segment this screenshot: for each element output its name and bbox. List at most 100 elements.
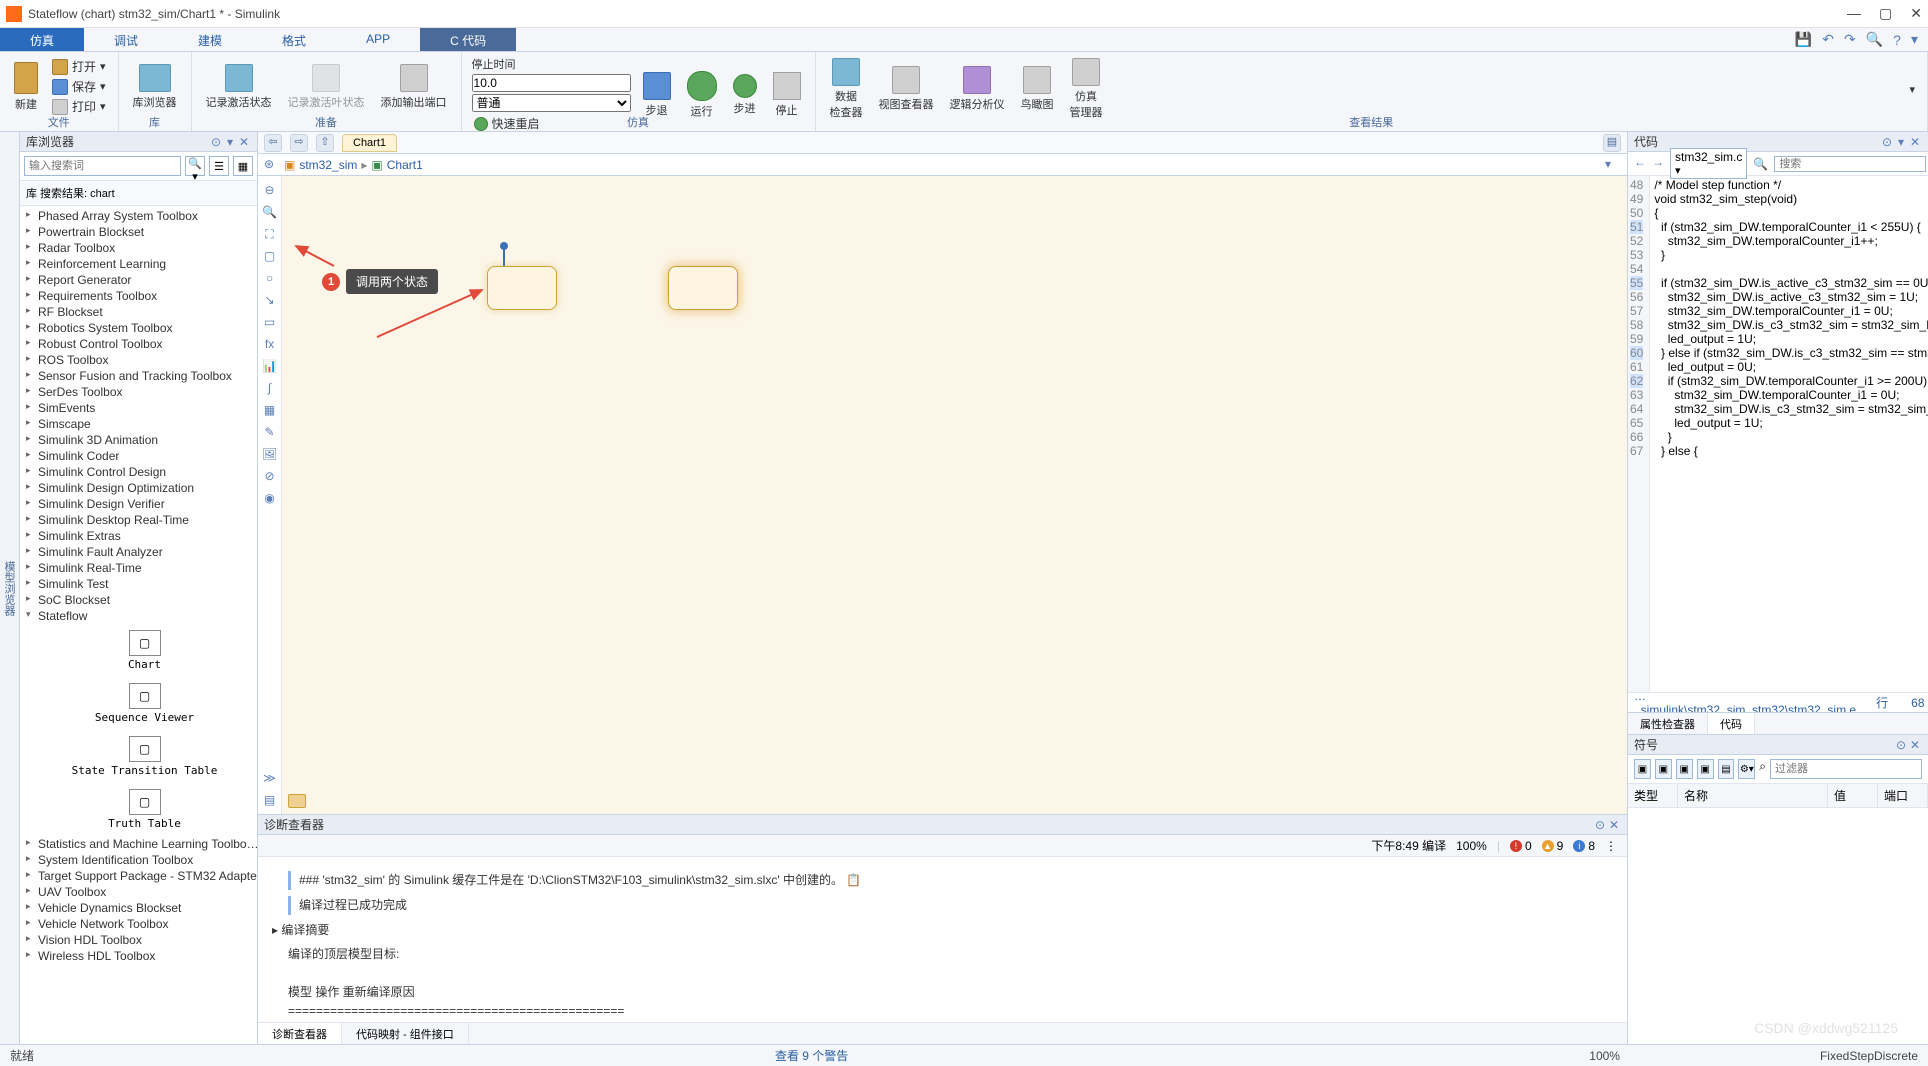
state-2[interactable] bbox=[668, 266, 738, 310]
new-button[interactable]: 新建 bbox=[10, 60, 42, 114]
tool-nodata-icon[interactable]: ⊘ bbox=[260, 466, 280, 486]
tree-item[interactable]: Sensor Fusion and Tracking Toolbox bbox=[20, 368, 257, 384]
sym-btn-6[interactable]: ⚙▾ bbox=[1738, 759, 1755, 779]
diag-more-icon[interactable]: ⋮ bbox=[1605, 839, 1617, 853]
status-warnings[interactable]: 查看 9 个警告 bbox=[775, 1047, 848, 1064]
tool-record-icon[interactable]: ◉ bbox=[260, 488, 280, 508]
library-block[interactable]: ▢Truth Table bbox=[32, 783, 257, 836]
qat-menu-icon[interactable]: ▾ bbox=[1911, 31, 1918, 48]
ribbon-tab-model[interactable]: 建模 bbox=[168, 28, 252, 51]
tree-item[interactable]: System Identification Toolbox bbox=[20, 852, 257, 868]
tree-item[interactable]: Target Support Package - STM32 Adapter bbox=[20, 868, 257, 884]
tool-image-icon[interactable]: 🖼 bbox=[260, 444, 280, 464]
tree-item[interactable]: Phased Array System Toolbox bbox=[20, 208, 257, 224]
sym-btn-4[interactable]: ▣ bbox=[1697, 759, 1714, 779]
code-undock-icon[interactable]: ▾ bbox=[1894, 135, 1908, 149]
sym-btn-1[interactable]: ▣ bbox=[1634, 759, 1651, 779]
canvas-badge-icon[interactable] bbox=[288, 794, 306, 808]
tree-item[interactable]: UAV Toolbox bbox=[20, 884, 257, 900]
tool-fit-icon[interactable]: ⛶ bbox=[260, 224, 280, 244]
panel-undock-icon[interactable]: ▾ bbox=[223, 135, 237, 149]
status-zoom[interactable]: 100% bbox=[1589, 1049, 1620, 1063]
crumb-toggle-icon[interactable]: ⊛ bbox=[264, 157, 280, 173]
sym-btn-3[interactable]: ▣ bbox=[1676, 759, 1693, 779]
tree-item[interactable]: Report Generator bbox=[20, 272, 257, 288]
nav-back-button[interactable]: ⇦ bbox=[264, 134, 282, 152]
tree-item[interactable]: Simulink Test bbox=[20, 576, 257, 592]
sym-btn-2[interactable]: ▣ bbox=[1655, 759, 1672, 779]
sym-filter-input[interactable] bbox=[1770, 759, 1922, 779]
nav-up-button[interactable]: ⇧ bbox=[316, 134, 334, 152]
ribbon-tab-debug[interactable]: 调试 bbox=[84, 28, 168, 51]
stop-button[interactable]: 停止 bbox=[769, 70, 805, 120]
step-back-button[interactable]: 步退 bbox=[639, 70, 675, 120]
tool-legend-icon[interactable]: ▤ bbox=[260, 790, 280, 810]
tool-hide-icon[interactable]: ⊖ bbox=[260, 180, 280, 200]
diag-tab-viewer[interactable]: 诊断查看器 bbox=[258, 1023, 342, 1044]
insp-tab-props[interactable]: 属性检查器 bbox=[1628, 713, 1708, 734]
tool-trans-icon[interactable]: ↘ bbox=[260, 290, 280, 310]
tree-item[interactable]: SoC Blockset bbox=[20, 592, 257, 608]
library-block[interactable]: ▢Chart bbox=[32, 624, 257, 677]
qat-search-icon[interactable]: 🔍 bbox=[1866, 31, 1883, 48]
model-browser-tab[interactable]: 模型浏览器 bbox=[0, 132, 20, 1044]
tree-item[interactable]: Simulink Design Optimization bbox=[20, 480, 257, 496]
tree-item[interactable]: Simscape bbox=[20, 416, 257, 432]
code-file-select[interactable]: stm32_sim.c ▾ bbox=[1670, 148, 1747, 179]
sym-btn-5[interactable]: ▤ bbox=[1718, 759, 1735, 779]
tree-item[interactable]: Reinforcement Learning bbox=[20, 256, 257, 272]
diag-warnings[interactable]: ▲9 bbox=[1542, 839, 1564, 853]
library-block[interactable]: ▢Sequence Viewer bbox=[32, 677, 257, 730]
library-block[interactable]: ▢State Transition Table bbox=[32, 730, 257, 783]
canvas-tab[interactable]: Chart1 bbox=[342, 134, 397, 152]
code-menu-icon[interactable]: ⊙ bbox=[1880, 135, 1894, 149]
tool-graph-icon[interactable]: 📊 bbox=[260, 356, 280, 376]
tool-simfunc-icon[interactable]: ∫ bbox=[260, 378, 280, 398]
step-forward-button[interactable]: 步进 bbox=[729, 72, 761, 118]
tree-item[interactable]: Robust Control Toolbox bbox=[20, 336, 257, 352]
tree-item[interactable]: Simulink Coder bbox=[20, 448, 257, 464]
crumb-root[interactable]: stm32_sim bbox=[299, 158, 357, 172]
diag-info[interactable]: i8 bbox=[1573, 839, 1595, 853]
birdseye-button[interactable]: 鸟瞰图 bbox=[1017, 64, 1058, 114]
tool-table-icon[interactable]: ▦ bbox=[260, 400, 280, 420]
tree-item[interactable]: Simulink Real-Time bbox=[20, 560, 257, 576]
crumb-menu-icon[interactable]: ▾ bbox=[1605, 157, 1621, 173]
tool-func-icon[interactable]: fx bbox=[260, 334, 280, 354]
tree-item[interactable]: Vision HDL Toolbox bbox=[20, 932, 257, 948]
library-search-input[interactable] bbox=[24, 156, 181, 176]
library-search-button[interactable]: 🔍▾ bbox=[185, 156, 205, 176]
qat-undo-icon[interactable]: ↶ bbox=[1822, 31, 1834, 48]
diag-errors[interactable]: !0 bbox=[1510, 839, 1532, 853]
tool-state-icon[interactable]: ▢ bbox=[260, 246, 280, 266]
tree-item[interactable]: Powertrain Blockset bbox=[20, 224, 257, 240]
stateflow-canvas[interactable]: 1 调用两个状态 bbox=[282, 176, 1627, 814]
ribbon-tab-sim[interactable]: 仿真 bbox=[0, 28, 84, 51]
review-dropdown[interactable]: ▾ bbox=[1907, 82, 1917, 97]
log-leaf-button[interactable]: 记录激活叶状态 bbox=[284, 62, 369, 112]
code-back-button[interactable]: ← bbox=[1634, 155, 1646, 173]
tree-item[interactable]: Simulink Extras bbox=[20, 528, 257, 544]
open-button[interactable]: 打开 ▾ bbox=[50, 57, 108, 76]
code-fwd-button[interactable]: → bbox=[1652, 155, 1664, 173]
tool-ann-icon[interactable]: ✎ bbox=[260, 422, 280, 442]
tree-item[interactable]: RF Blockset bbox=[20, 304, 257, 320]
tree-item[interactable]: Simulink Desktop Real-Time bbox=[20, 512, 257, 528]
tool-comment-icon[interactable]: ≫ bbox=[260, 768, 280, 788]
panel-close-icon[interactable]: ✕ bbox=[237, 135, 251, 149]
tree-item[interactable]: Vehicle Network Toolbox bbox=[20, 916, 257, 932]
stop-time-input[interactable] bbox=[472, 74, 631, 92]
tree-item[interactable]: Simulink Design Verifier bbox=[20, 496, 257, 512]
tree-item[interactable]: SimEvents bbox=[20, 400, 257, 416]
library-view-grid-icon[interactable]: ▦ bbox=[233, 156, 253, 176]
tool-junction-icon[interactable]: ○ bbox=[260, 268, 280, 288]
tree-item[interactable]: Robotics System Toolbox bbox=[20, 320, 257, 336]
code-close-icon[interactable]: ✕ bbox=[1908, 135, 1922, 149]
sym-close-icon[interactable]: ✕ bbox=[1908, 738, 1922, 752]
tree-item[interactable]: Simulink Fault Analyzer bbox=[20, 544, 257, 560]
panel-menu-icon[interactable]: ⊙ bbox=[209, 135, 223, 149]
tree-item[interactable]: Vehicle Dynamics Blockset bbox=[20, 900, 257, 916]
ribbon-tab-ccode[interactable]: C 代码 bbox=[420, 28, 516, 51]
diag-close-icon[interactable]: ✕ bbox=[1607, 818, 1621, 832]
save-button[interactable]: 保存 ▾ bbox=[50, 77, 108, 96]
